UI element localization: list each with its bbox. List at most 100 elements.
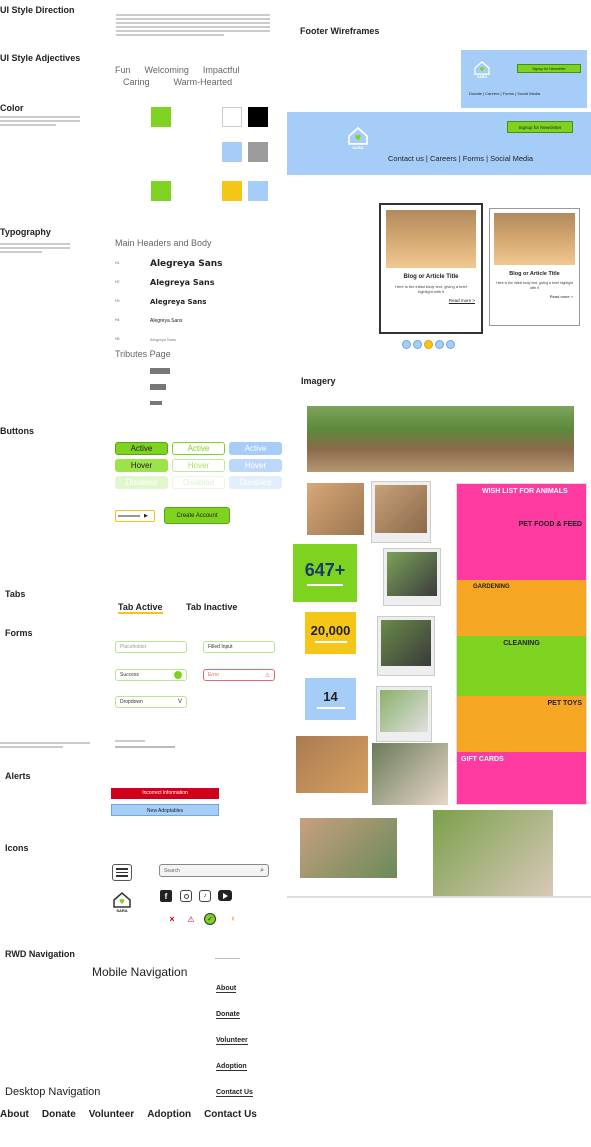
carousel-dot[interactable] (435, 340, 444, 349)
mobile-nav-contact-us[interactable]: Contact Us (216, 1089, 253, 1097)
success-field[interactable]: Success (115, 669, 187, 681)
outline-button-active[interactable]: Active (172, 442, 225, 455)
wish-list-gift-cards: GIFT CARDS (457, 752, 586, 804)
wish-list-header: WISH LIST FOR ANIMALS (457, 484, 586, 517)
chevron-left-icon[interactable]: ‹ (228, 913, 238, 924)
swatch-light-blue-secondary (248, 181, 268, 201)
type-size-label: H2 (115, 280, 120, 285)
instagram-icon[interactable] (180, 890, 192, 902)
type-sample-h3: Alegreya Sans (150, 297, 207, 306)
blue-button-active[interactable]: Active (229, 442, 282, 455)
type-sample-h1: Alegreya Sans (150, 258, 223, 269)
blog-card-read-more[interactable]: Read more > (381, 298, 475, 303)
mobile-nav-about[interactable]: About (216, 985, 237, 993)
volunteer-dog-photo (300, 818, 397, 878)
section-alerts: Alerts (5, 771, 31, 781)
section-ui-style-adjectives: UI Style Adjectives (0, 53, 81, 63)
desktop-nav-volunteer[interactable]: Volunteer (89, 1109, 134, 1120)
green-button-hover[interactable]: Hover (115, 459, 168, 472)
section-buttons: Buttons (0, 426, 34, 436)
tab-inactive[interactable]: Tab Inactive (186, 602, 237, 612)
error-icon: ⚠ (264, 672, 270, 679)
footer-links[interactable]: Contact us | Careers | Forms | Social Me… (388, 154, 533, 163)
stat-value: 647+ (304, 560, 346, 580)
button-grid: Active Active Active Hover Hover Hover D… (115, 442, 285, 489)
desktop-nav-about[interactable]: About (0, 1109, 29, 1120)
type-size-label: H1 (115, 261, 120, 266)
tiktok-icon[interactable]: ♪ (199, 890, 211, 902)
desktop-nav-adoption[interactable]: Adoption (147, 1109, 191, 1120)
sara-logo-text: SARA (116, 907, 128, 913)
dropdown-value: Dropdown (120, 699, 143, 705)
swatch-gray (248, 142, 268, 162)
section-forms: Forms (5, 628, 33, 638)
section-imagery: Imagery (301, 376, 336, 386)
footer-logo[interactable]: SARA (472, 60, 492, 80)
search-icon[interactable]: ⌕ (260, 867, 264, 875)
swatch-yellow (222, 181, 242, 201)
forms-notes (0, 742, 90, 748)
search-input[interactable]: Search (164, 868, 180, 874)
desktop-nav-donate[interactable]: Donate (42, 1109, 76, 1120)
footer-logo[interactable]: SARA (345, 124, 371, 152)
hamburger-menu-icon[interactable] (112, 864, 132, 881)
alert-info: New Adoptables (111, 804, 219, 816)
blog-card-active[interactable]: Blog or Article Title Here is the initia… (379, 203, 483, 334)
mobile-nav-adoption[interactable]: Adoption (216, 1063, 247, 1071)
carousel-dot[interactable] (413, 340, 422, 349)
sara-logo[interactable]: SARA (110, 887, 134, 917)
close-icon[interactable]: × (167, 914, 177, 924)
search-bar[interactable]: Search ⌕ (159, 864, 269, 877)
error-field[interactable]: Error ⚠ (203, 669, 275, 681)
small-select-button[interactable]: ▶ (115, 510, 155, 522)
section-color: Color (0, 103, 24, 113)
carousel-dots (402, 340, 455, 349)
carousel-dot[interactable] (402, 340, 411, 349)
blog-card-title: Blog or Article Title (403, 274, 459, 280)
footer-signup-button[interactable]: Signup for Newsletter (517, 64, 581, 73)
volunteer-lamb-photo (433, 810, 553, 896)
section-ui-style-direction: UI Style Direction (0, 5, 75, 15)
section-tabs: Tabs (5, 589, 26, 599)
alert-error: Incorrect information (111, 788, 219, 799)
carousel-dot-active[interactable] (424, 340, 433, 349)
blue-button-disabled: Disabled (229, 476, 282, 489)
style-direction-text (116, 14, 270, 38)
blog-card-image (494, 213, 575, 265)
adjective: Welcoming (144, 65, 189, 75)
type-sample-caption: Alegreya Sans (150, 337, 177, 342)
green-button-active[interactable]: Active (115, 442, 168, 455)
blog-card-inactive[interactable]: Blog or Article Title Here is the initia… (489, 208, 580, 326)
footer-links[interactable]: Donate | Careers | Forms | Social Media (469, 91, 540, 96)
wish-list-gardening: GARDENING (457, 580, 586, 636)
adjective: Caring (123, 77, 150, 87)
tab-active[interactable]: Tab Active (118, 602, 163, 614)
placeholder-field[interactable]: Placeholder (115, 641, 187, 653)
swatch-green (151, 107, 171, 127)
mobile-navigation-heading: Mobile Navigation (92, 965, 188, 979)
wish-list-pet-toys: PET TOYS (457, 696, 586, 752)
check-circle-icon (174, 671, 182, 679)
desktop-nav-contact-us[interactable]: Contact Us (204, 1109, 257, 1120)
wish-list-pet-food: PET FOOD & FEED (457, 517, 586, 580)
filled-input-field[interactable]: Filled Input (203, 641, 275, 653)
youtube-icon[interactable] (218, 890, 232, 901)
facebook-icon[interactable]: f (160, 890, 172, 902)
carousel-dot[interactable] (446, 340, 455, 349)
mobile-nav-donate[interactable]: Donate (216, 1011, 240, 1019)
blue-button-hover[interactable]: Hover (229, 459, 282, 472)
create-account-button[interactable]: Create Account (164, 507, 230, 524)
dropdown-field[interactable]: Dropdown V (115, 696, 187, 708)
footer-signup-button[interactable]: Signup for Newsletter (507, 121, 573, 133)
outline-button-hover[interactable]: Hover (172, 459, 225, 472)
mobile-nav-volunteer[interactable]: Volunteer (216, 1037, 248, 1045)
blog-card-read-more[interactable]: Read more > (490, 294, 573, 299)
desktop-navigation-heading: Desktop Navigation (5, 1086, 101, 1098)
white-dog-photo (372, 743, 448, 805)
mobile-nav-divider (215, 958, 240, 959)
stat-value: 20,000 (310, 623, 351, 638)
adjectives-block: Fun Welcoming Impactful Caring Warm-Hear… (115, 65, 275, 87)
tributes-type-scale (115, 363, 195, 411)
adjective: Warm-Hearted (173, 77, 233, 87)
stat-animals-rescued: 647+ (293, 544, 357, 602)
